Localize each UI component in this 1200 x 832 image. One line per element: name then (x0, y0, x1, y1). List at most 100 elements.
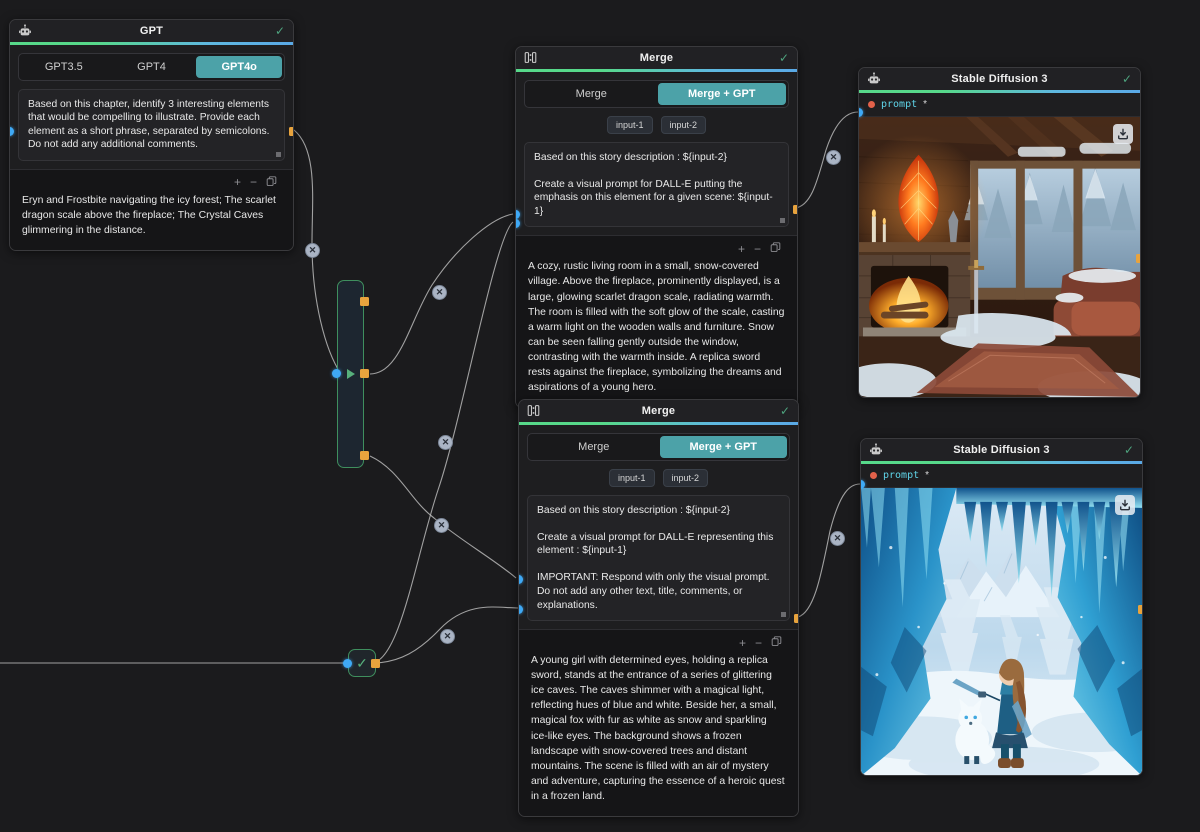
input-chip-2[interactable]: input-2 (660, 115, 707, 134)
edge-delete-button[interactable]: ✕ (434, 518, 449, 533)
merge-top-prompt-input[interactable]: Based on this story description : ${inpu… (524, 141, 789, 228)
decrease-font-button[interactable]: − (250, 176, 257, 188)
robot-icon (867, 72, 881, 86)
copy-icon[interactable] (266, 176, 277, 189)
input-chip-1[interactable]: input-1 (606, 115, 653, 134)
merge-top-output-toolbar[interactable]: + − (528, 240, 785, 259)
check-icon: ✓ (1123, 443, 1134, 457)
workflow-canvas[interactable]: ✕ ✕ ✕ ✕ ✕ ✕ ✕ GPT ✓ GPT3.5 GPT4 GPT4o Ba… (0, 0, 1200, 832)
sd-bottom-output-handle[interactable] (1138, 605, 1142, 614)
merge-bottom-header[interactable]: Merge ✓ (519, 400, 798, 422)
merge-top-node[interactable]: Merge ✓ Merge Merge + GPT input-1 input-… (515, 46, 798, 409)
copy-icon[interactable] (771, 636, 782, 649)
edge-delete-label: ✕ (437, 520, 446, 530)
edge-delete-label: ✕ (435, 287, 444, 297)
merge-icon (524, 51, 538, 65)
sd-bottom-prompt-row[interactable]: prompt * (861, 463, 1142, 488)
edge-delete-button[interactable]: ✕ (438, 435, 453, 450)
checkpoint-input-handle[interactable] (343, 659, 352, 668)
merge-top-mode-merge-gpt[interactable]: Merge + GPT (657, 82, 786, 105)
sd-bottom-prompt-label: prompt (883, 469, 920, 481)
decrease-font-button[interactable]: − (755, 637, 762, 649)
merge-top-mode-switch[interactable]: Merge Merge + GPT (524, 79, 789, 108)
increase-font-button[interactable]: + (234, 176, 241, 188)
sd-top-output-handle[interactable] (1136, 254, 1140, 263)
sd-top-header[interactable]: Stable Diffusion 3 ✓ (859, 68, 1140, 90)
sd-bottom-image-wrap (861, 487, 1142, 776)
resize-grip[interactable] (780, 218, 785, 224)
gpt-model-gpt4o[interactable]: GPT4o (196, 55, 283, 78)
download-icon[interactable] (1115, 494, 1135, 515)
gpt-node-body: GPT3.5 GPT4 GPT4o Based on this chapter,… (10, 45, 293, 169)
sd-top-prompt-label: prompt (881, 98, 918, 110)
merge-top-output-handle[interactable] (793, 205, 797, 214)
generated-image-cabin (859, 116, 1140, 397)
copy-icon[interactable] (770, 242, 781, 255)
edge-delete-label: ✕ (308, 245, 317, 255)
merge-bottom-mode-switch[interactable]: Merge Merge + GPT (527, 432, 790, 461)
edge-delete-label: ✕ (833, 533, 842, 543)
runner-output-handle-top[interactable] (360, 297, 369, 306)
checkpoint-output-handle[interactable] (371, 659, 380, 668)
edge-delete-label: ✕ (829, 152, 838, 162)
download-icon[interactable] (1113, 123, 1133, 144)
gpt-output-handle[interactable] (289, 127, 293, 136)
edge-delete-button[interactable]: ✕ (440, 629, 455, 644)
sd-top-prompt-row[interactable]: prompt * (859, 92, 1140, 117)
merge-bottom-output-text: A young girl with determined eyes, holdi… (531, 655, 785, 802)
resize-grip[interactable] (781, 612, 786, 618)
sd-top-title: Stable Diffusion 3 (951, 73, 1048, 85)
increase-font-button[interactable]: + (739, 637, 746, 649)
merge-bottom-prompt-input[interactable]: Based on this story description : ${inpu… (527, 494, 790, 622)
prompt-status-dot-icon (868, 100, 875, 108)
merge-top-prompt-text: Based on this story description : ${inpu… (534, 151, 773, 217)
gpt-output-toolbar[interactable]: + − (22, 174, 281, 193)
gpt-model-switch[interactable]: GPT3.5 GPT4 GPT4o (18, 52, 285, 81)
decrease-font-button[interactable]: − (754, 243, 761, 255)
merge-icon (527, 404, 541, 418)
edge-delete-button[interactable]: ✕ (305, 243, 320, 258)
resize-grip[interactable] (276, 151, 281, 157)
stable-diffusion-bottom-node[interactable]: Stable Diffusion 3 ✓ prompt * (860, 438, 1143, 777)
edge-delete-button[interactable]: ✕ (830, 531, 845, 546)
edge-delete-button[interactable]: ✕ (826, 150, 841, 165)
sd-bottom-header[interactable]: Stable Diffusion 3 ✓ (861, 439, 1142, 461)
runner-output-handle-mid[interactable] (360, 369, 369, 378)
gpt-node[interactable]: GPT ✓ GPT3.5 GPT4 GPT4o Based on this ch… (9, 19, 294, 252)
runner-output-handle-bottom[interactable] (360, 451, 369, 460)
gpt-output-text: Eryn and Frostbite navigating the icy fo… (22, 194, 276, 236)
input-chip-2[interactable]: input-2 (662, 468, 709, 487)
gpt-node-title: GPT (139, 25, 164, 37)
runner-input-handle[interactable] (332, 369, 341, 378)
gpt-prompt-text: Based on this chapter, identify 3 intere… (28, 98, 273, 151)
edge-delete-button[interactable]: ✕ (432, 285, 447, 300)
increase-font-button[interactable]: + (738, 243, 745, 255)
gpt-prompt-input[interactable]: Based on this chapter, identify 3 intere… (18, 88, 285, 161)
merge-top-mode-merge[interactable]: Merge (527, 83, 656, 105)
merge-top-output-text: A cozy, rustic living room in a small, s… (528, 261, 785, 394)
merge-bottom-output-panel: + − A young girl with determined eyes, h… (519, 629, 798, 816)
merge-bottom-mode-merge-gpt[interactable]: Merge + GPT (659, 435, 787, 458)
edge-delete-label: ✕ (441, 437, 450, 447)
play-icon[interactable] (346, 369, 355, 379)
generated-image-ice-cave (861, 487, 1142, 776)
sd-top-image-wrap (859, 116, 1140, 397)
edge-delete-label: ✕ (443, 631, 452, 641)
gpt-node-header[interactable]: GPT ✓ (10, 20, 293, 42)
gpt-output-panel: + − Eryn and Frostbite navigating the ic… (10, 168, 293, 251)
merge-bottom-output-toolbar[interactable]: + − (531, 634, 786, 653)
merge-top-title: Merge (639, 52, 674, 64)
merge-bottom-mode-merge[interactable]: Merge (530, 436, 658, 458)
check-icon: ✓ (1121, 72, 1132, 86)
merge-top-body: Merge Merge + GPT input-1 input-2 Based … (516, 72, 797, 236)
stable-diffusion-top-node[interactable]: Stable Diffusion 3 ✓ prompt * (858, 67, 1141, 398)
prompt-status-dot-icon (870, 471, 877, 479)
merge-bottom-output-handle[interactable] (794, 614, 798, 623)
gpt-model-gpt4[interactable]: GPT4 (109, 56, 195, 78)
gpt-model-gpt35[interactable]: GPT3.5 (21, 56, 107, 78)
merge-bottom-node[interactable]: Merge ✓ Merge Merge + GPT input-1 input-… (518, 399, 799, 817)
sd-bottom-title: Stable Diffusion 3 (953, 444, 1050, 456)
check-icon: ✓ (356, 655, 368, 671)
input-chip-1[interactable]: input-1 (608, 468, 655, 487)
merge-top-header[interactable]: Merge ✓ (516, 47, 797, 69)
